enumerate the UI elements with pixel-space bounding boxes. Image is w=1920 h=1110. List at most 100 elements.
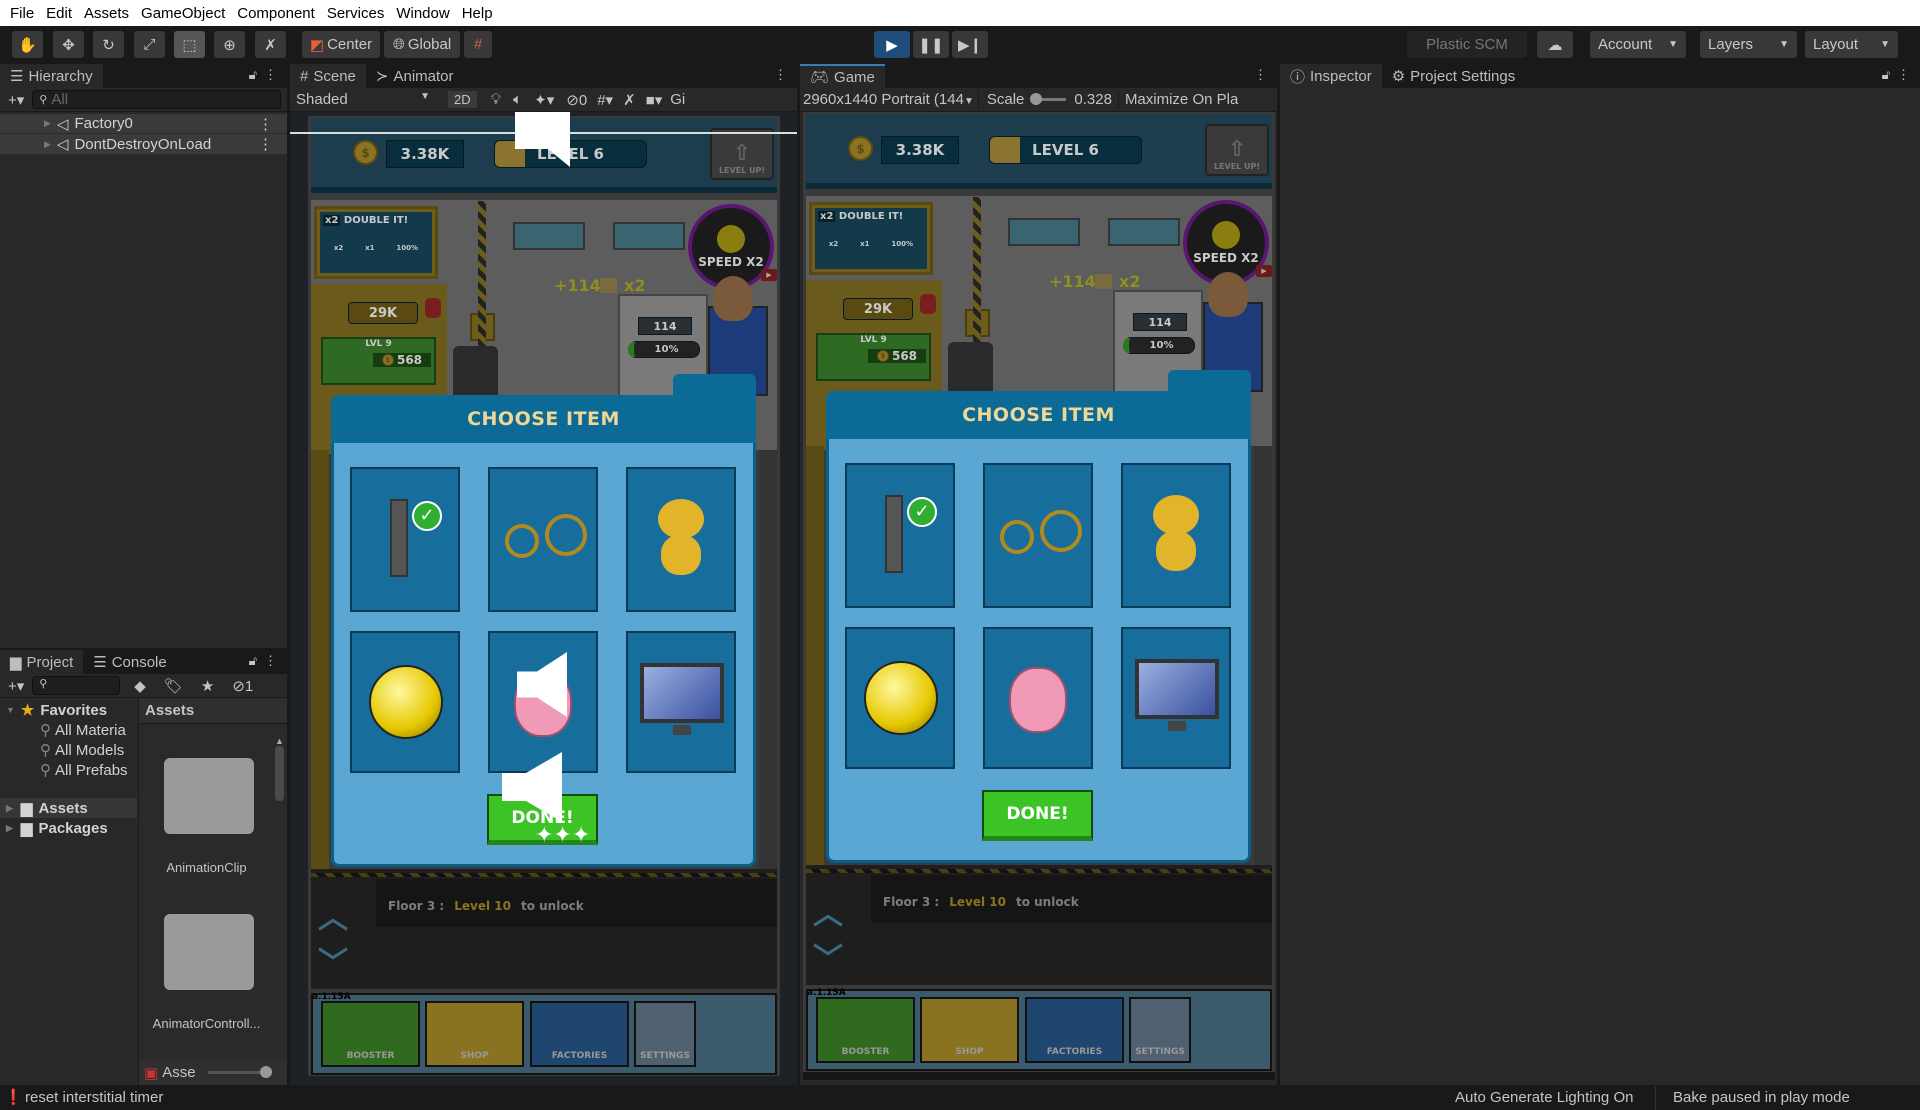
factories-button[interactable]: FACTORIES xyxy=(530,1001,629,1067)
hidden-eye-icon[interactable]: ⊘1 xyxy=(232,677,253,695)
settings-button[interactable]: SETTINGS xyxy=(1129,997,1191,1063)
more-icon[interactable]: ⋮ xyxy=(258,115,273,133)
account-dropdown[interactable]: Account ▼ xyxy=(1590,31,1686,58)
lighting-icon[interactable]: 💡︎ xyxy=(491,91,502,108)
folder-icon[interactable] xyxy=(164,758,254,834)
hand-tool-button[interactable]: ✋ xyxy=(12,31,43,58)
menu-gameobject[interactable]: GameObject xyxy=(141,5,225,22)
filter-label-icon[interactable]: 🏷︎ xyxy=(164,677,183,695)
factories-button[interactable]: FACTORIES xyxy=(1025,997,1124,1063)
tools-icon[interactable]: ✗ xyxy=(623,91,636,109)
tree-favorites[interactable]: ▼ ★ Favorites xyxy=(0,700,137,720)
upgrade-panel[interactable]: LVL 9 $568 xyxy=(321,337,436,385)
tab-inspector[interactable]: ⓘ Inspector xyxy=(1280,64,1382,88)
status-message[interactable]: reset interstitial timer xyxy=(25,1089,163,1106)
scale-tool-button[interactable]: ⤢ xyxy=(134,31,165,58)
folder-label[interactable]: AnimationClip xyxy=(139,860,274,875)
tree-fav-item[interactable]: ⚲ All Prefabs xyxy=(0,760,137,780)
shop-button[interactable]: SHOP xyxy=(920,997,1019,1063)
item-cell-pig[interactable] xyxy=(488,631,598,773)
project-search-input[interactable]: ⚲ xyxy=(32,676,121,695)
more-icon[interactable]: ⋮ xyxy=(1254,67,1267,83)
item-cell-bowling-ball[interactable] xyxy=(350,631,460,773)
transform-tool-button[interactable]: ⊕ xyxy=(214,31,245,58)
layout-dropdown[interactable]: Layout ▼ xyxy=(1805,31,1898,58)
hierarchy-item-factory0[interactable]: ▶ ◁ Factory0 ⋮ xyxy=(0,114,287,134)
lock-icon[interactable]: 🔓︎ xyxy=(249,653,257,669)
2d-toggle[interactable]: 2D xyxy=(448,91,477,108)
hidden-objects-icon[interactable]: ⊘0 xyxy=(566,91,587,109)
menu-services[interactable]: Services xyxy=(327,5,385,22)
booster-button[interactable]: BOOSTER xyxy=(816,997,915,1063)
grid-toggle-icon[interactable]: #▾ xyxy=(597,91,613,109)
add-button[interactable]: +▾ xyxy=(8,91,24,109)
shop-button[interactable]: SHOP xyxy=(425,1001,524,1067)
item-cell-monitor[interactable] xyxy=(626,631,736,773)
step-button[interactable]: ▶❙ xyxy=(952,31,988,58)
item-cell-monitor[interactable] xyxy=(1121,627,1231,769)
hierarchy-item-dontdestroyonload[interactable]: ▶ ◁ DontDestroyOnLoad ⋮ xyxy=(0,134,287,154)
level-up-button[interactable]: ⇧ LEVEL UP! xyxy=(1205,124,1269,176)
camera-icon[interactable]: ■▾ xyxy=(646,91,663,109)
hierarchy-search-input[interactable]: ⚲ All xyxy=(32,90,281,109)
custom-tool-button[interactable]: ✗ xyxy=(255,31,286,58)
favorite-star-icon[interactable]: ★ xyxy=(201,677,214,695)
layers-dropdown[interactable]: Layers ▼ xyxy=(1700,31,1797,58)
scene-viewport[interactable]: $ 3.38K LEVEL 6 ⇧ LEVEL UP! x2 DOUBLE IT!… xyxy=(290,112,797,1085)
menu-help[interactable]: Help xyxy=(462,5,493,22)
item-cell-battery[interactable]: ✓ xyxy=(350,467,460,612)
effects-icon[interactable]: ✦▾ xyxy=(534,91,554,109)
tab-console[interactable]: ☰ Console xyxy=(83,650,177,674)
audio-icon[interactable]: 🔈︎ xyxy=(513,91,522,108)
folder-label[interactable]: AnimatorControll... xyxy=(139,1016,274,1031)
tab-animator[interactable]: ≻ Animator xyxy=(366,64,464,88)
zoom-slider[interactable] xyxy=(207,1066,272,1078)
more-icon[interactable]: ⋮ xyxy=(264,67,277,83)
space-global-button[interactable]: 🌐︎ Global xyxy=(384,31,460,58)
filter-type-icon[interactable]: ◆ xyxy=(134,677,146,695)
item-cell-pig[interactable] xyxy=(983,627,1093,769)
done-button[interactable]: DONE! xyxy=(982,790,1093,841)
settings-button[interactable]: SETTINGS xyxy=(634,1001,696,1067)
menu-file[interactable]: File xyxy=(10,5,34,22)
shading-dropdown[interactable]: Shaded ▼ xyxy=(296,91,436,108)
lock-icon[interactable]: 🔓︎ xyxy=(249,67,257,83)
more-icon[interactable]: ⋮ xyxy=(258,135,273,153)
tree-fav-item[interactable]: ⚲ All Materia xyxy=(0,720,137,740)
item-cell-bowling-ball[interactable] xyxy=(845,627,955,769)
menu-assets[interactable]: Assets xyxy=(84,5,129,22)
scroll-up-chevron-icon[interactable]: ︿ xyxy=(813,900,843,930)
game-viewport[interactable]: $ 3.38K LEVEL 6 ⇧ LEVEL UP! x2 DOUBLE IT!… xyxy=(803,112,1275,1080)
tree-fav-item[interactable]: ⚲ All Models xyxy=(0,740,137,760)
plastic-scm-button[interactable]: Plastic SCM xyxy=(1407,31,1527,58)
booster-button[interactable]: BOOSTER xyxy=(321,1001,420,1067)
scroll-down-chevron-icon[interactable]: ﹀ xyxy=(318,949,348,979)
video-ad-icon[interactable]: ▶ xyxy=(761,269,777,281)
tab-scene[interactable]: # Scene xyxy=(290,64,366,88)
move-tool-button[interactable]: ✥ xyxy=(53,31,84,58)
more-icon[interactable]: ⋮ xyxy=(264,653,277,669)
add-button[interactable]: +▾ xyxy=(8,677,24,695)
more-icon[interactable]: ⋮ xyxy=(774,67,787,83)
more-icon[interactable]: ⋮ xyxy=(1897,67,1910,83)
menu-window[interactable]: Window xyxy=(396,5,449,22)
item-cell-teddy-bear[interactable] xyxy=(1121,463,1231,608)
item-cell-battery[interactable]: ✓ xyxy=(845,463,955,608)
gizmos-dropdown[interactable]: Gi xyxy=(670,91,685,108)
pause-button[interactable]: ❚❚ xyxy=(913,31,949,58)
scroll-down-chevron-icon[interactable]: ﹀ xyxy=(813,945,843,975)
tree-packages[interactable]: ▶ ▆ Packages xyxy=(0,818,137,838)
tab-project[interactable]: ▆ Project xyxy=(0,650,84,674)
tab-project-settings[interactable]: ⚙ Project Settings xyxy=(1382,64,1526,88)
tab-hierarchy[interactable]: ☰ Hierarchy xyxy=(0,64,103,88)
lock-icon[interactable]: 🔓︎ xyxy=(1882,67,1890,83)
menu-edit[interactable]: Edit xyxy=(46,5,72,22)
upgrade-panel[interactable]: LVL 9 $568 xyxy=(816,333,931,381)
scale-slider[interactable] xyxy=(1030,93,1067,105)
cloud-button[interactable]: ☁ xyxy=(1537,31,1573,58)
double-it-panel[interactable]: x2 DOUBLE IT! x2 x1 100% xyxy=(809,202,933,275)
item-cell-bicycle[interactable] xyxy=(983,463,1093,608)
tab-game[interactable]: 🎮︎ Game xyxy=(800,64,885,88)
rect-tool-button[interactable]: ⬚ xyxy=(174,31,205,58)
item-cell-teddy-bear[interactable] xyxy=(626,467,736,612)
